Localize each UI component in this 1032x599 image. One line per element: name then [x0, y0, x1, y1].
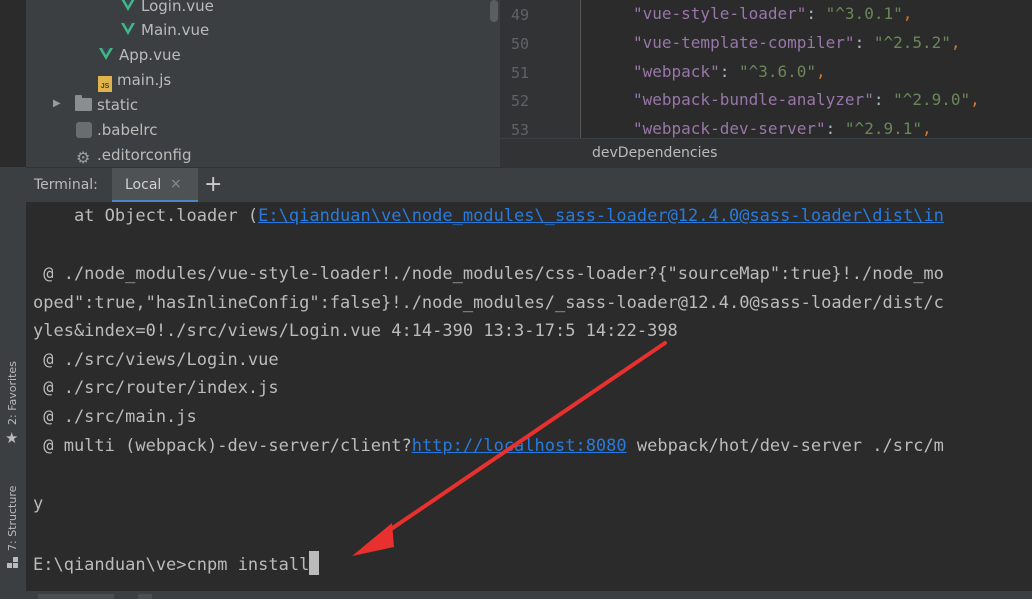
structure-tab[interactable]: 7: Structure [0, 467, 26, 577]
project-tree-panel: Login.vue Main.vue App.vue JS main.js ▶ s… [26, 0, 500, 167]
expand-arrow-icon[interactable]: ▶ [53, 98, 61, 109]
terminal-line: at Object.loader (E:\qianduan\ve\node_mo… [33, 206, 944, 226]
json-key: "vue-style-loader" [633, 4, 807, 23]
terminal-line: @ multi (webpack)-dev-server/client?http… [33, 436, 944, 456]
text-cursor [309, 551, 320, 575]
line-number: 52 [511, 92, 530, 110]
project-scrollbar[interactable] [488, 0, 500, 167]
terminal-label: Terminal: [34, 177, 98, 193]
new-terminal-tab-icon[interactable]: + [204, 172, 222, 197]
tree-item-label: Main.vue [141, 21, 210, 39]
tree-item-main-vue[interactable]: Main.vue [120, 18, 209, 42]
line-number: 49 [511, 6, 530, 24]
file-path-link[interactable]: E:\qianduan\ve\node_modules\_sass-loader… [258, 206, 944, 226]
json-key: "webpack-bundle-analyzer" [633, 90, 874, 109]
json-key: "webpack-dev-server" [633, 119, 826, 138]
code-line: "webpack": "^3.6.0", [633, 62, 826, 81]
terminal-line: @ ./src/main.js [33, 407, 197, 427]
bottom-tool-bar [0, 591, 1032, 599]
vue-icon [121, 0, 135, 11]
terminal-tab-local[interactable]: Local × [112, 168, 198, 203]
js-file-icon: JS [98, 76, 112, 92]
terminal-line: @ ./node_modules/vue-style-loader!./node… [33, 264, 944, 284]
structure-tab-label: 7: Structure [6, 485, 19, 551]
tree-item-babelrc[interactable]: .babelrc [76, 118, 157, 142]
line-number-gutter: 49 50 51 52 53 [501, 0, 581, 138]
terminal-tab-label: Local [125, 177, 162, 193]
json-key: "vue-template-compiler" [633, 33, 855, 52]
code-line: "webpack-dev-server": "^2.9.1", [633, 119, 932, 138]
line-number: 51 [511, 64, 530, 82]
bottom-tab[interactable] [38, 594, 114, 599]
tree-item-login-vue[interactable]: Login.vue [120, 0, 214, 18]
tree-item-label: static [97, 96, 139, 114]
localhost-link[interactable]: http://localhost:8080 [412, 436, 627, 456]
terminal-line: @ ./src/router/index.js [33, 378, 279, 398]
favorites-tab[interactable]: 2: Favorites ★ [0, 357, 26, 457]
terminal-prompt-line[interactable]: E:\qianduan\ve>cnpm install [33, 551, 320, 575]
terminal-line: @ ./src/views/Login.vue [33, 350, 279, 370]
command-prompt: E:\qianduan\ve>cnpm install [33, 555, 310, 575]
tree-item-main-js[interactable]: JS main.js [98, 68, 171, 92]
json-value: "^2.9.0" [893, 90, 971, 109]
vue-icon [121, 23, 135, 35]
close-icon[interactable]: × [170, 176, 182, 192]
line-number: 53 [511, 121, 530, 138]
tree-item-static-folder[interactable]: static [75, 93, 138, 117]
tree-item-app-vue[interactable]: App.vue [98, 43, 181, 67]
bottom-tab[interactable] [138, 594, 152, 599]
code-line: "webpack-bundle-analyzer": "^2.9.0", [633, 90, 980, 109]
vue-icon [99, 48, 113, 60]
terminal-line: oped":true,"hasInlineConfig":false}!./no… [33, 293, 944, 313]
tree-item-label: Login.vue [141, 0, 214, 15]
star-icon: ★ [5, 429, 19, 447]
json-value: "^2.5.2" [873, 33, 951, 52]
breadcrumb-item[interactable]: devDependencies [592, 145, 717, 161]
left-tool-strip: 2: Favorites ★ 7: Structure [0, 167, 27, 599]
editor-breadcrumb[interactable]: devDependencies [500, 138, 1032, 168]
favorites-tab-label: 2: Favorites [6, 361, 19, 425]
babel-icon [76, 122, 92, 138]
tree-item-editorconfig[interactable]: ⚙ .editorconfig [76, 143, 191, 167]
terminal-line: yles&index=0!./src/views/Login.vue 4:14-… [33, 321, 678, 341]
tree-item-label: .editorconfig [97, 146, 192, 164]
gear-icon: ⚙ [76, 148, 91, 167]
terminal-line: y [33, 494, 44, 514]
code-line: "vue-style-loader": "^3.0.1", [633, 4, 913, 23]
json-value: "^3.0.1" [825, 4, 903, 23]
scrollbar-thumb[interactable] [490, 0, 498, 22]
line-number: 50 [511, 35, 530, 53]
tree-item-label: App.vue [119, 46, 181, 64]
json-value: "^2.9.1" [844, 119, 922, 138]
code-editor[interactable]: 49 50 51 52 53 "vue-style-loader": "^3.0… [500, 0, 1032, 138]
code-line: "vue-template-compiler": "^2.5.2", [633, 33, 961, 52]
json-value: "^3.6.0" [738, 62, 817, 81]
folder-icon [75, 95, 92, 111]
structure-icon [7, 557, 18, 568]
tree-item-label: main.js [117, 71, 172, 89]
json-key: "webpack" [633, 62, 720, 81]
tree-item-label: .babelrc [97, 121, 158, 139]
terminal-output[interactable]: at Object.loader (E:\qianduan\ve\node_mo… [26, 202, 1032, 591]
terminal-toolbar: Terminal: Local × + [26, 167, 1032, 204]
